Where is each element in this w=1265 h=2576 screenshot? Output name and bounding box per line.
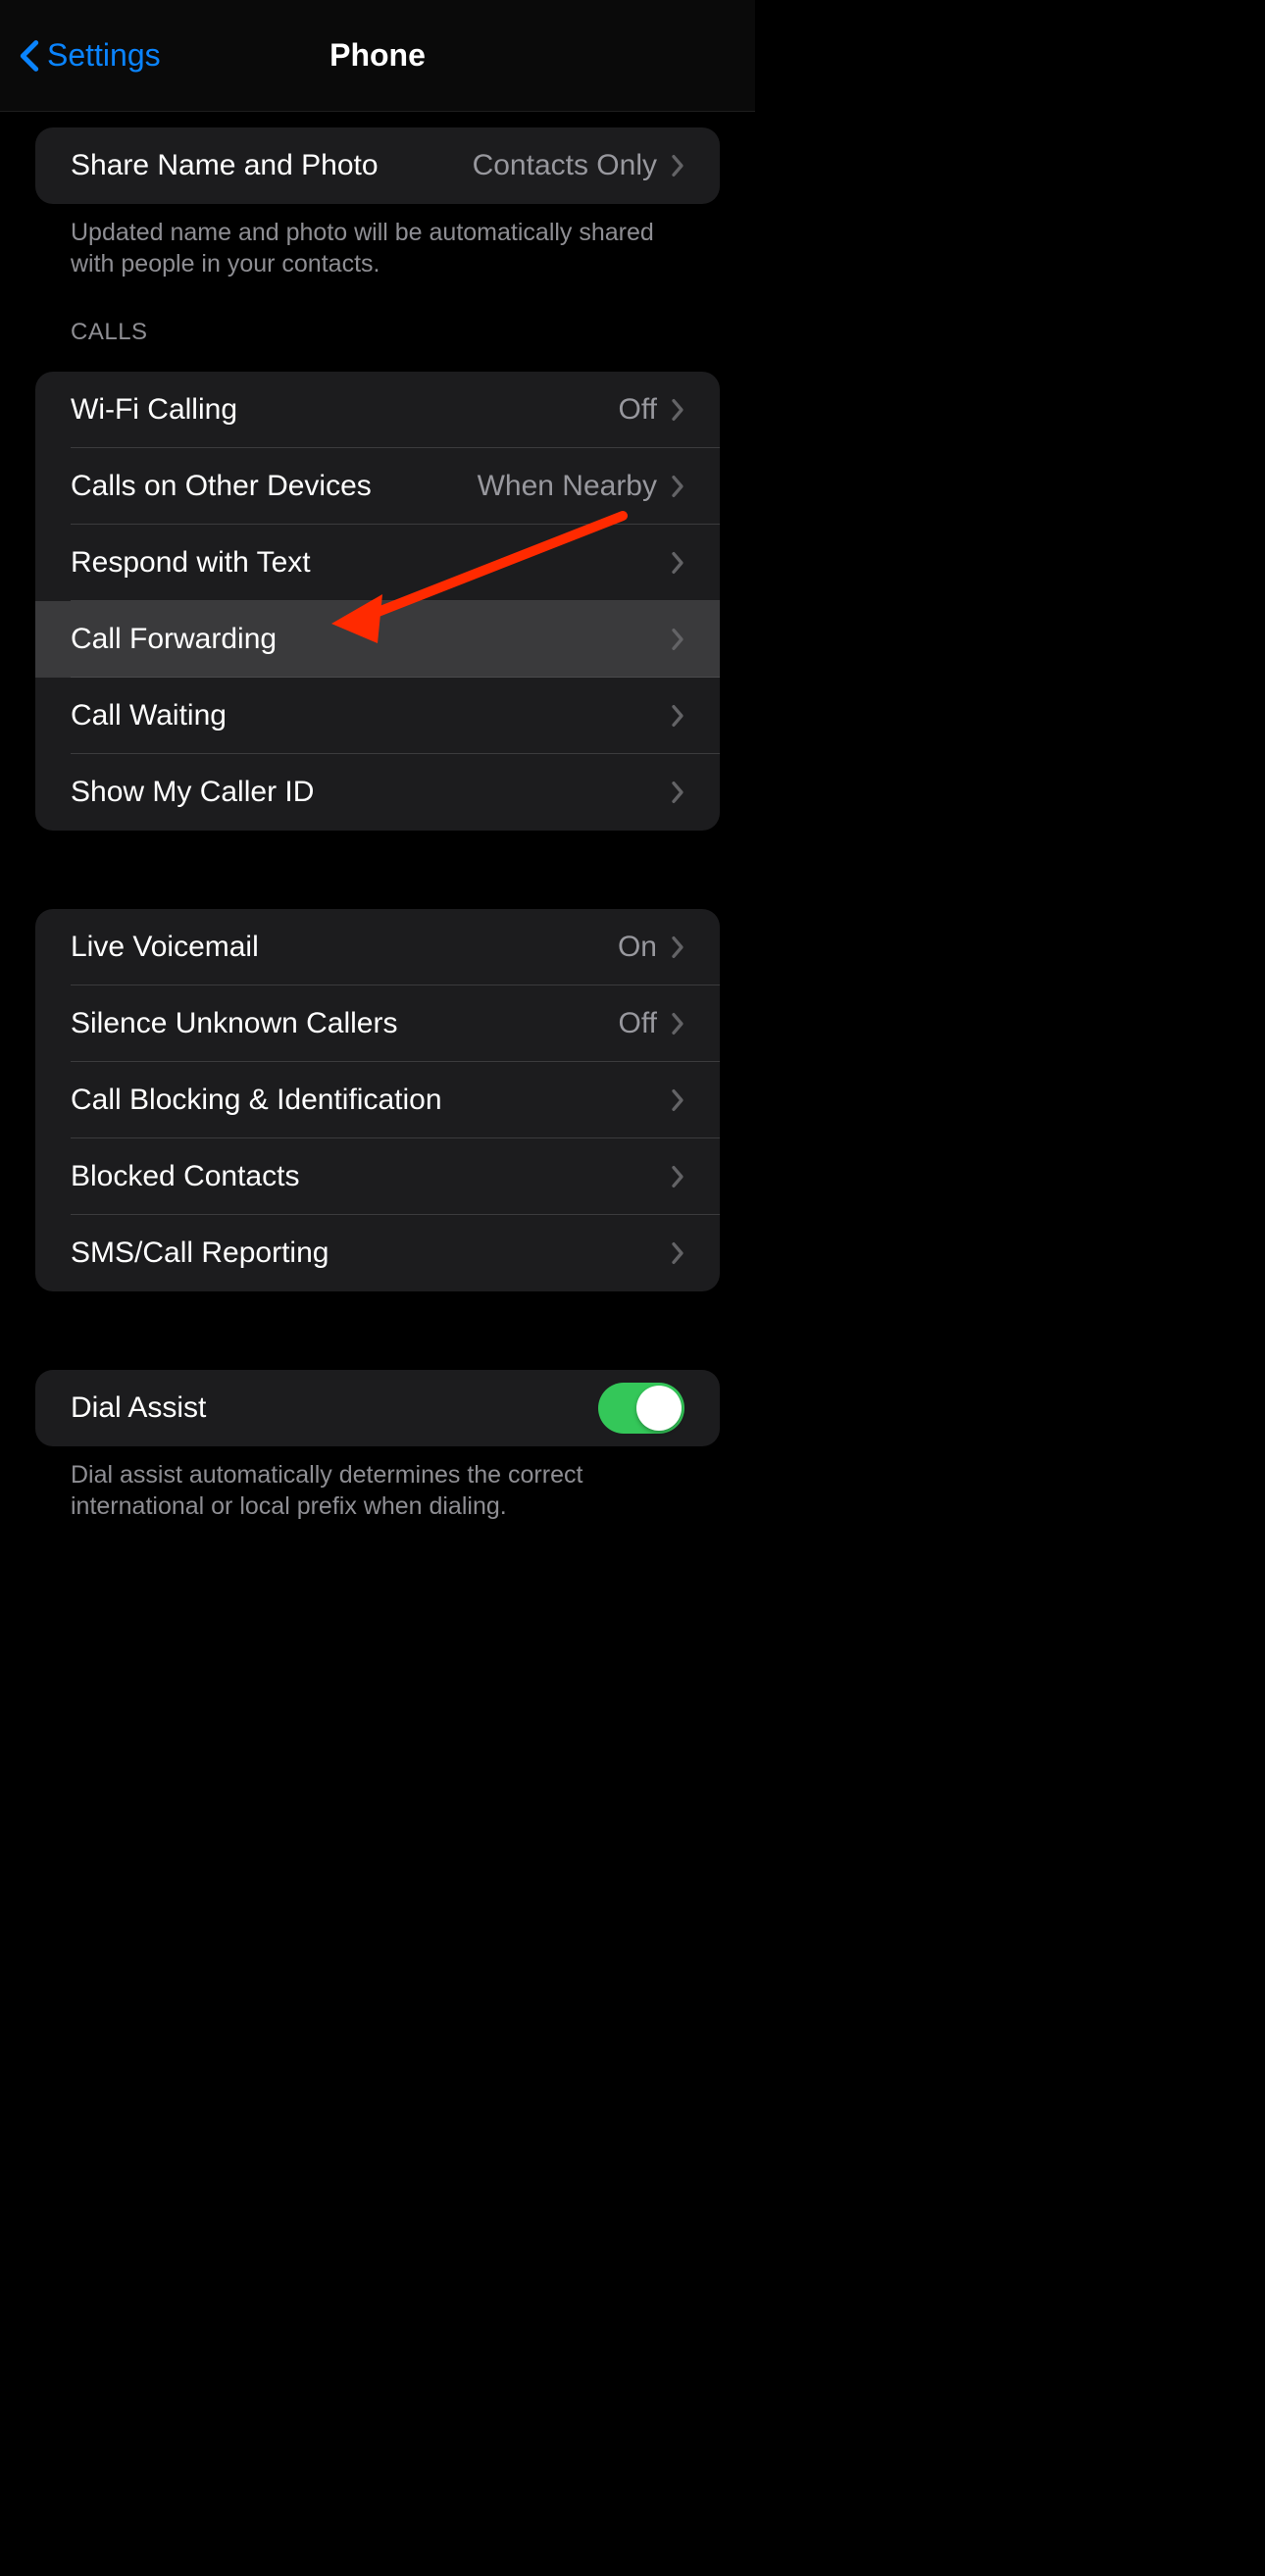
row-label: Call Forwarding (71, 623, 671, 656)
chevron-right-icon (671, 475, 684, 498)
back-button[interactable]: Settings (20, 37, 161, 74)
row-label: Respond with Text (71, 546, 671, 580)
row-value: Off (619, 1007, 657, 1040)
row-label: Live Voicemail (71, 931, 618, 964)
row-label: Dial Assist (71, 1391, 598, 1425)
row-label: Call Waiting (71, 699, 671, 732)
row-blocked-contacts[interactable]: Blocked Contacts (35, 1138, 720, 1215)
group-dial-footer: Dial assist automatically determines the… (35, 1446, 720, 1522)
group-share-footer: Updated name and photo will be automatic… (35, 204, 720, 279)
chevron-right-icon (671, 704, 684, 728)
row-value: On (618, 931, 657, 964)
row-sms-call-reporting[interactable]: SMS/Call Reporting (35, 1215, 720, 1291)
chevron-right-icon (671, 1012, 684, 1035)
chevron-right-icon (671, 1088, 684, 1112)
back-label: Settings (47, 37, 161, 74)
group-voice: Live Voicemail On Silence Unknown Caller… (35, 909, 720, 1291)
row-label: Wi-Fi Calling (71, 393, 619, 427)
row-label: Share Name and Photo (71, 149, 473, 182)
content-area: Share Name and Photo Contacts Only Updat… (0, 127, 755, 1522)
chevron-right-icon (671, 781, 684, 804)
navigation-bar: Settings Phone (0, 0, 755, 112)
row-dial-assist[interactable]: Dial Assist (35, 1370, 720, 1446)
toggle-knob (636, 1386, 682, 1431)
calls-header: CALLS (35, 279, 720, 356)
chevron-right-icon (671, 398, 684, 422)
row-label: Show My Caller ID (71, 776, 671, 809)
chevron-right-icon (671, 551, 684, 575)
row-call-forwarding[interactable]: Call Forwarding (35, 601, 720, 678)
row-label: SMS/Call Reporting (71, 1237, 671, 1270)
row-value: Contacts Only (473, 149, 657, 182)
row-calls-on-other-devices[interactable]: Calls on Other Devices When Nearby (35, 448, 720, 525)
row-value: When Nearby (478, 470, 657, 503)
row-respond-with-text[interactable]: Respond with Text (35, 525, 720, 601)
row-label: Calls on Other Devices (71, 470, 478, 503)
row-live-voicemail[interactable]: Live Voicemail On (35, 909, 720, 985)
row-wifi-calling[interactable]: Wi-Fi Calling Off (35, 372, 720, 448)
group-share: Share Name and Photo Contacts Only (35, 127, 720, 204)
chevron-right-icon (671, 628, 684, 651)
row-share-name-and-photo[interactable]: Share Name and Photo Contacts Only (35, 127, 720, 204)
row-label: Silence Unknown Callers (71, 1007, 619, 1040)
row-label: Blocked Contacts (71, 1160, 671, 1193)
dial-assist-toggle[interactable] (598, 1383, 684, 1434)
chevron-right-icon (671, 935, 684, 959)
page-title: Phone (329, 37, 426, 74)
group-dial: Dial Assist (35, 1370, 720, 1446)
chevron-left-icon (20, 39, 39, 73)
chevron-right-icon (671, 1241, 684, 1265)
group-calls: Wi-Fi Calling Off Calls on Other Devices… (35, 372, 720, 831)
row-silence-unknown-callers[interactable]: Silence Unknown Callers Off (35, 985, 720, 1062)
row-call-blocking-identification[interactable]: Call Blocking & Identification (35, 1062, 720, 1138)
chevron-right-icon (671, 154, 684, 177)
chevron-right-icon (671, 1165, 684, 1188)
row-label: Call Blocking & Identification (71, 1084, 671, 1117)
row-call-waiting[interactable]: Call Waiting (35, 678, 720, 754)
row-value: Off (619, 393, 657, 427)
row-show-my-caller-id[interactable]: Show My Caller ID (35, 754, 720, 831)
